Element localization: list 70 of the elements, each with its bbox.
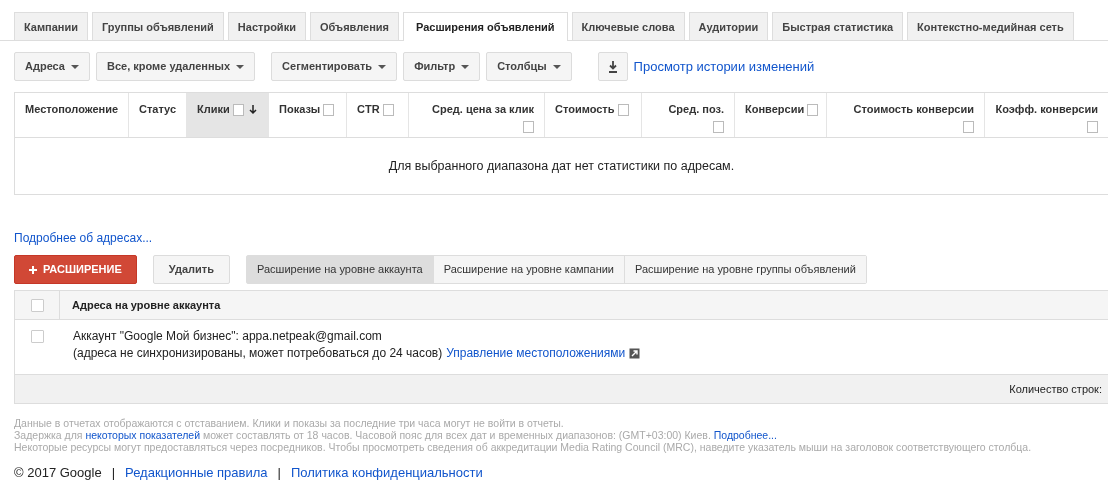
sorted-column-header[interactable]: Клики [187,93,269,137]
checkbox[interactable] [31,330,44,343]
column-header[interactable]: CTR [357,103,380,115]
help-icon[interactable] [807,104,819,117]
tab[interactable]: Кампании [14,12,89,40]
help-icon[interactable] [523,120,534,133]
column-header[interactable]: Стоимость конверсии [853,103,974,115]
tab[interactable]: Расширения объявлений [402,12,568,41]
history-link[interactable]: Просмотр истории изменений [633,56,815,77]
level-toggle[interactable]: Расширение на уровне аккаунта [246,256,434,283]
column-header[interactable]: Стоимость [555,103,615,115]
footer-link[interactable]: Редакционные правила [125,463,268,483]
manage-locations-link[interactable]: Управление местоположениями [446,345,626,362]
column-header[interactable]: Местоположение [25,103,119,115]
account-text: Аккаунт "Google Мой бизнес": appa.netpeak@gmail.com [73,328,383,345]
tab[interactable]: Контекстно-медийная сеть [907,12,1074,40]
level-toggle[interactable]: Расширение на уровне кампании [433,256,625,283]
level-toggle[interactable]: Расширение на уровне группы объявлений [625,256,866,283]
column-header[interactable]: Статус [139,103,177,115]
tab[interactable]: Ключевые слова [571,12,685,40]
dropdown-button[interactable]: Адреса [14,52,90,81]
help-icon[interactable] [713,120,724,133]
caret-icon [461,64,470,69]
help-icon[interactable] [963,120,974,133]
separator-text: | [277,464,281,482]
notice-link[interactable]: Подробнее... [713,429,777,441]
tab[interactable]: Аудитории [688,12,769,40]
checkbox[interactable] [30,298,44,312]
add-extension-button[interactable]: РАСШИРЕНИЕ [14,255,137,284]
tab[interactable]: Группы объявлений [92,12,224,40]
external-link-icon[interactable] [629,348,641,359]
separator-text: | [111,464,116,482]
caret-icon [236,64,245,69]
column-header[interactable]: Сред. цена за клик [432,103,534,115]
help-icon[interactable] [1087,120,1098,133]
footer-link[interactable]: Политика конфиденциальности [290,463,483,483]
notice-text: Некоторые ресурсы могут предоставляться через посредников. Чтобы просмотреть сведения об аккредитации Media Rating Council (MRC), наведите указатель мыши на заголовок соответствующего столбца. [14,441,1033,453]
sync-note: (адреса не синхронизированы, может потребоваться до 24 часов) [73,345,443,362]
column-header[interactable]: Клики [197,103,230,115]
plus-icon [29,265,37,274]
sort-arrow-icon [248,105,257,116]
caret-icon [378,64,387,69]
column-header[interactable]: Показы [279,103,321,115]
empty-message: Для выбранного диапазона дат нет статистики по адресам. [388,157,735,175]
help-icon[interactable] [382,104,394,117]
column-header: Адреса на уровне аккаунта [71,297,221,313]
column-header[interactable]: Сред. поз. [668,103,724,115]
help-icon[interactable] [232,104,244,117]
caret-icon [71,64,79,69]
tab[interactable]: Настройки [227,12,306,40]
notice-link[interactable]: некоторых показателей [85,429,200,441]
more-link[interactable]: Подробнее об адресах... [14,231,153,245]
dropdown-button[interactable]: Фильтр [403,52,481,81]
download-icon [607,60,618,73]
tab[interactable]: Быстрая статистика [772,12,904,40]
dropdown-button[interactable]: Столбцы [486,52,572,81]
tab[interactable]: Объявления [309,12,399,40]
help-icon[interactable] [617,104,629,117]
dropdown-button[interactable]: Все, кроме удаленных [96,52,256,81]
column-header[interactable]: Коэфф. конверсии [995,103,1098,115]
notice-text: Данные в отчетах отображаются с отставанием. Клики и показы за последние три часа могут не войти в отчеты. [14,417,565,429]
row-count-label: Количество строк: [1009,381,1102,397]
column-header[interactable]: Конверсии [745,103,805,115]
delete-button[interactable]: Удалить [152,255,230,284]
notice-text: Задержка для некоторых показателей может составлять от 18 часов. Часовой пояс для всех дат и временных диапазонов: (GMT+03:00) Киев. Подробнее... [14,429,778,441]
dropdown-button[interactable]: Сегментировать [271,52,398,81]
help-icon[interactable] [323,104,335,117]
copyright-text: © 2017 Google [14,464,102,482]
download-button[interactable] [597,52,628,81]
caret-icon [552,64,561,69]
